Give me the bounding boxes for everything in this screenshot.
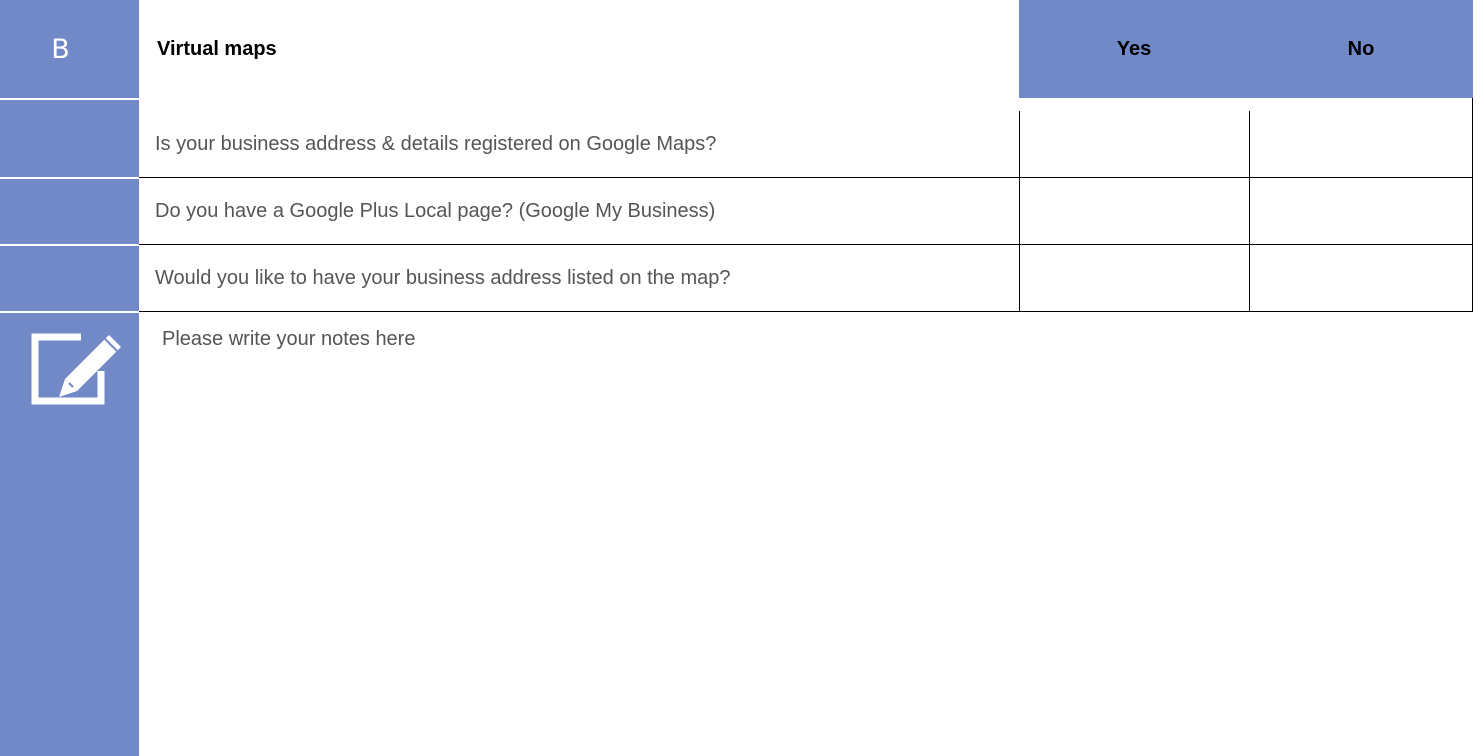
answer-yes-cell[interactable] bbox=[1019, 111, 1249, 177]
question-row: Is your business address & details regis… bbox=[139, 111, 1473, 178]
question-row: Would you like to have your business add… bbox=[139, 245, 1473, 312]
table-right-border bbox=[1472, 98, 1473, 312]
section-letter: B bbox=[51, 33, 70, 65]
answer-no-cell[interactable] bbox=[1249, 178, 1473, 244]
sidebar-divider bbox=[0, 177, 139, 179]
answer-yes-cell[interactable] bbox=[1019, 178, 1249, 244]
section-title: Virtual maps bbox=[157, 37, 277, 60]
sidebar-divider bbox=[0, 311, 139, 313]
answer-yes-cell[interactable] bbox=[1019, 245, 1249, 311]
answer-no-cell[interactable] bbox=[1249, 111, 1473, 177]
sidebar-divider bbox=[0, 98, 139, 100]
question-text: Is your business address & details regis… bbox=[155, 132, 717, 155]
question-row: Do you have a Google Plus Local page? (G… bbox=[139, 178, 1473, 245]
question-text: Would you like to have your business add… bbox=[155, 266, 731, 289]
question-text: Do you have a Google Plus Local page? (G… bbox=[155, 199, 716, 222]
notes-placeholder[interactable]: Please write your notes here bbox=[162, 328, 415, 351]
sidebar-divider bbox=[0, 244, 139, 246]
column-header-yes: Yes bbox=[1019, 0, 1249, 98]
answer-no-cell[interactable] bbox=[1249, 245, 1473, 311]
column-header-no: No bbox=[1249, 0, 1473, 98]
edit-note-icon bbox=[29, 331, 125, 407]
